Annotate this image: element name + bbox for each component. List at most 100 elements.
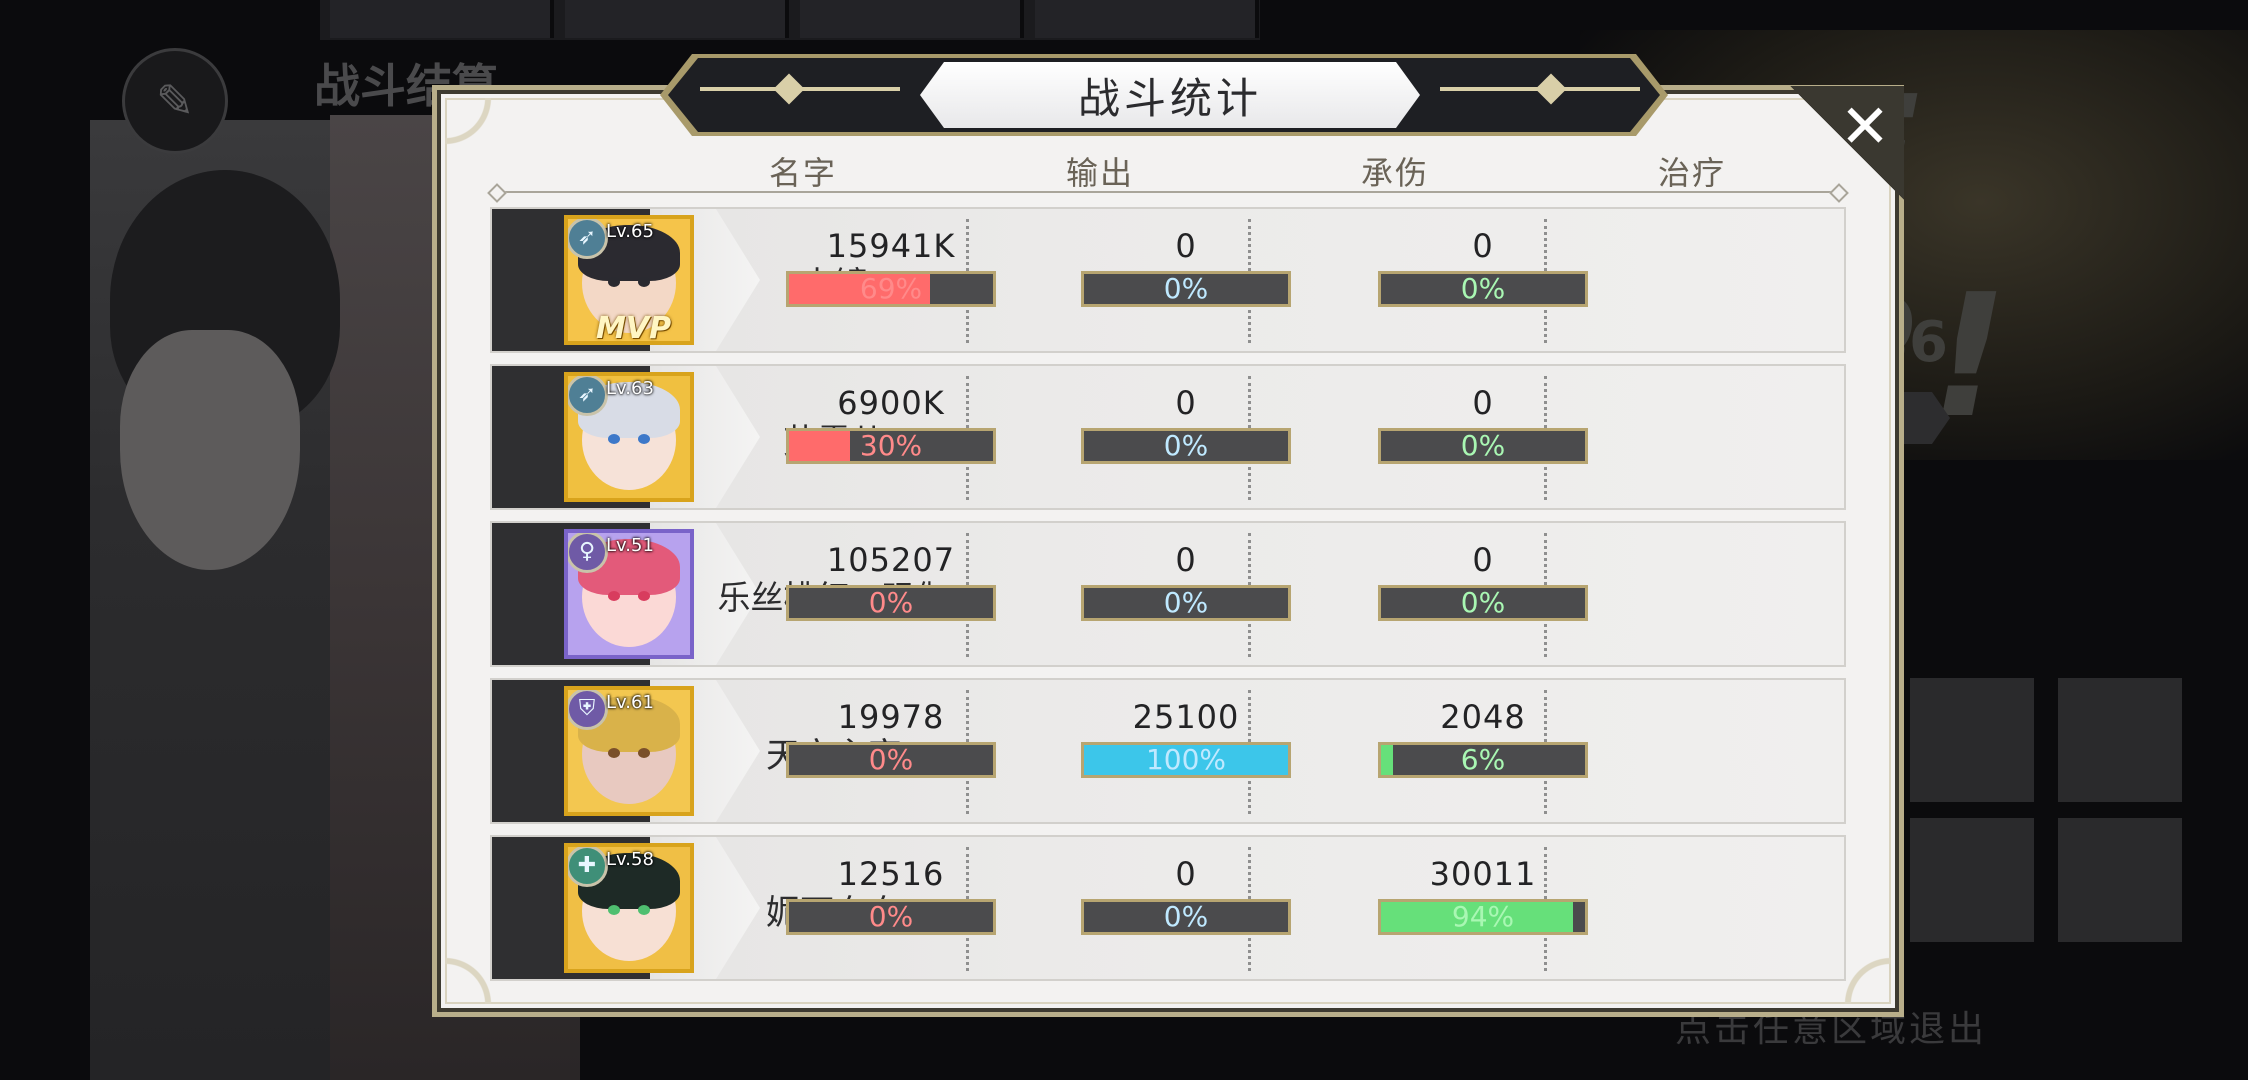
- stats-row: ➶ Lv.63 艾露儿 6900K 30% 0 0%: [490, 364, 1846, 510]
- stat-output: 19978 0%: [784, 698, 998, 778]
- dialog-title: 战斗统计: [920, 62, 1420, 128]
- stat-output: 15941K 69%: [784, 227, 998, 307]
- column-header-name: 名字: [768, 154, 837, 192]
- stat-heal-percent: 0%: [1460, 586, 1506, 619]
- stat-output-percent: 69%: [859, 272, 923, 305]
- stat-output-value: 105207: [826, 541, 956, 579]
- hero-eye: [638, 277, 650, 287]
- stat-taken-percent: 0%: [1163, 900, 1209, 933]
- stat-output: 105207 0%: [784, 541, 998, 621]
- column-header-healing: 治疗: [1657, 154, 1726, 192]
- hero-level: Lv.61: [606, 692, 654, 713]
- stat-heal: 2048 6%: [1376, 698, 1590, 778]
- stat-output-percent: 0%: [868, 900, 914, 933]
- archer-icon: ➶: [568, 376, 608, 416]
- stats-row: ✚ Lv.58 妮可奈奈 12516 0% 0 0%: [490, 835, 1846, 981]
- hero-eye: [608, 591, 620, 601]
- hero-eye: [608, 748, 620, 758]
- background-reward-slot: [1910, 818, 2034, 942]
- hero-level: Lv.51: [606, 535, 654, 556]
- stats-row: ♀ Lv.51 乐丝桃红・玛伽 105207 0% 0 0%: [490, 521, 1846, 667]
- background-top-cell: [1035, 0, 1259, 38]
- result-document-icon: ✎: [122, 48, 228, 154]
- stat-heal: 0 0%: [1376, 384, 1590, 464]
- stat-taken: 0 0%: [1079, 384, 1293, 464]
- hero-level: Lv.63: [606, 378, 654, 399]
- stat-output: 12516 0%: [784, 855, 998, 935]
- stat-output-value: 6900K: [837, 384, 945, 422]
- hero-avatar: ➶ Lv.63: [564, 372, 694, 502]
- hero-eye: [638, 748, 650, 758]
- stat-taken-value: 0: [1175, 855, 1197, 893]
- stat-output-bar: 0%: [786, 899, 996, 935]
- stat-output-percent: 0%: [868, 743, 914, 776]
- stat-taken-value: 0: [1175, 227, 1197, 265]
- stat-taken: 0 0%: [1079, 855, 1293, 935]
- stat-taken-bar: 0%: [1081, 585, 1291, 621]
- close-button[interactable]: ✕: [1832, 94, 1898, 160]
- stat-heal-value: 30011: [1429, 855, 1537, 893]
- stat-heal-bar: 6%: [1378, 742, 1588, 778]
- stat-taken: 0 0%: [1079, 227, 1293, 307]
- shield-icon: ⛨: [568, 690, 608, 730]
- stat-heal-value: 0: [1472, 541, 1494, 579]
- stat-output: 6900K 30%: [784, 384, 998, 464]
- stat-heal-percent: 6%: [1460, 743, 1506, 776]
- archer-icon: ➶: [568, 219, 608, 259]
- stat-output-percent: 30%: [859, 429, 923, 462]
- stat-heal-percent: 94%: [1451, 900, 1515, 933]
- hero-level: Lv.65: [606, 221, 654, 242]
- hero-avatar: ➶ Lv.65 MVP: [564, 215, 694, 345]
- stat-heal-value: 0: [1472, 384, 1494, 422]
- column-header-output: 输出: [1065, 154, 1134, 192]
- stat-heal-bar: 0%: [1378, 271, 1588, 307]
- stat-heal: 0 0%: [1376, 541, 1590, 621]
- background-character-face: [120, 330, 300, 570]
- stats-row: ⛨ Lv.61 天空主宰 19978 0% 25100 100%: [490, 678, 1846, 824]
- hero-eye: [638, 591, 650, 601]
- stat-heal-bar: 0%: [1378, 428, 1588, 464]
- background-top-cell: [330, 0, 554, 38]
- background-reward-slot: [2058, 818, 2182, 942]
- stat-taken-bar: 100%: [1081, 742, 1291, 778]
- background-reward-slot: [1910, 678, 2034, 802]
- stat-heal: 0 0%: [1376, 227, 1590, 307]
- background-top-cell: [800, 0, 1024, 38]
- stat-output-value: 12516: [837, 855, 945, 893]
- stat-heal: 30011 94%: [1376, 855, 1590, 935]
- mage-icon: ♀: [568, 533, 608, 573]
- stat-taken-bar: 0%: [1081, 428, 1291, 464]
- background-top-cell: [565, 0, 789, 38]
- hero-avatar: ⛨ Lv.61: [564, 686, 694, 816]
- stat-taken-value: 25100: [1132, 698, 1240, 736]
- stat-heal-percent: 0%: [1460, 272, 1506, 305]
- hero-eye: [608, 905, 620, 915]
- hero-eye: [638, 434, 650, 444]
- hero-avatar: ♀ Lv.51: [564, 529, 694, 659]
- hero-eye: [638, 905, 650, 915]
- header-divider: [496, 191, 1840, 193]
- stat-output-value: 15941K: [826, 227, 956, 265]
- stats-row: ➶ Lv.65 MVP 水镜 15941K 69% 0 0%: [490, 207, 1846, 353]
- stat-output-bar: 0%: [786, 742, 996, 778]
- stat-heal-value: 2048: [1440, 698, 1526, 736]
- hero-eye: [608, 277, 620, 287]
- stat-heal-bar: 0%: [1378, 585, 1588, 621]
- mvp-badge: MVP: [596, 311, 672, 345]
- hero-level: Lv.58: [606, 849, 654, 870]
- stat-output-bar: 69%: [786, 271, 996, 307]
- background-reward-slot: [2058, 678, 2182, 802]
- corner-ornament: [445, 98, 515, 168]
- stat-taken-percent: 0%: [1163, 586, 1209, 619]
- stat-taken: 25100 100%: [1079, 698, 1293, 778]
- stat-taken-percent: 0%: [1163, 272, 1209, 305]
- stat-taken-percent: 0%: [1163, 429, 1209, 462]
- stat-taken-value: 0: [1175, 541, 1197, 579]
- stat-taken: 0 0%: [1079, 541, 1293, 621]
- healer-icon: ✚: [568, 847, 608, 887]
- stat-taken-value: 0: [1175, 384, 1197, 422]
- stat-taken-bar: 0%: [1081, 271, 1291, 307]
- hero-avatar: ✚ Lv.58: [564, 843, 694, 973]
- stat-heal-bar: 94%: [1378, 899, 1588, 935]
- stat-output-value: 19978: [837, 698, 945, 736]
